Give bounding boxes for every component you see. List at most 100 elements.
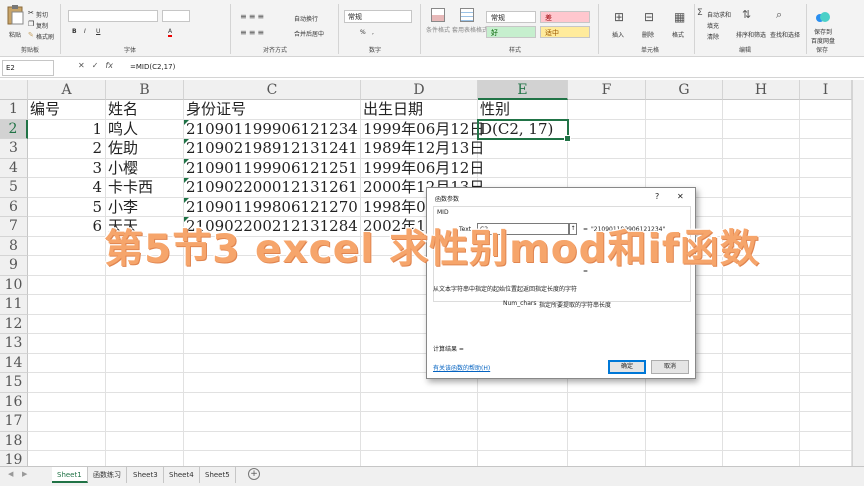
grid-cell[interactable] [723,314,800,334]
tab-sheet4[interactable]: Sheet4 [164,467,200,483]
dialog-help-icon[interactable]: ? [655,192,659,201]
grid-cell[interactable] [646,158,723,178]
column-header-e[interactable]: E [478,80,568,100]
grid-cell[interactable] [568,139,646,159]
tab-function-practice[interactable]: 函数练习 [88,467,127,483]
cell-c1[interactable]: 身份证号 [184,100,361,120]
grid-cell[interactable] [723,158,800,178]
number-format-select[interactable]: 常规 [344,10,412,23]
cell-id[interactable]: 210901199806121270 [184,197,361,218]
grid-cell[interactable] [723,119,800,139]
cell-name[interactable]: 鸣人 [106,120,184,140]
cell-a1[interactable]: 编号 [28,100,106,120]
grid-cell[interactable] [646,139,723,159]
grid-cell[interactable] [568,119,646,139]
cell-birth[interactable]: 1999年06月12日 [361,120,484,140]
column-header-f[interactable]: F [568,80,646,100]
cancel-icon[interactable]: ✕ [78,61,92,70]
add-sheet-button[interactable]: + [248,468,260,480]
cell-no[interactable]: 2 [28,139,106,159]
grid-cell[interactable] [800,314,852,334]
row-header[interactable]: 1 [0,100,28,120]
grid-cell[interactable] [28,353,106,373]
grid-cell[interactable] [723,392,800,412]
paste-button[interactable]: 粘贴 [4,4,26,40]
cancel-button[interactable]: 取消 [651,360,689,374]
row-header[interactable]: 4 [0,158,28,178]
grid-cell[interactable] [184,295,361,315]
cell-e1[interactable]: 性别 [478,100,568,120]
column-header-h[interactable]: H [723,80,800,100]
grid-cell[interactable] [478,412,568,432]
cell-no[interactable]: 1 [28,120,106,140]
tab-next-icon[interactable]: ▶ [22,470,27,478]
row-header[interactable]: 15 [0,373,28,393]
grid-cell[interactable] [28,314,106,334]
grid-cell[interactable] [723,334,800,354]
cell-birth[interactable]: 1999年06月12日 [361,159,484,179]
grid-cell[interactable] [723,412,800,432]
merge-center-button[interactable]: 合并后居中 [294,29,324,38]
grid-cell[interactable] [800,392,852,412]
percent-button[interactable]: % [360,29,366,36]
grid-cell[interactable] [800,158,852,178]
cell-id[interactable]: 210901199906121251 [184,158,361,179]
cell-name[interactable]: 卡卡西 [106,178,184,198]
grid-cell[interactable] [800,100,852,120]
grid-cell[interactable] [184,431,361,451]
sort-filter-button[interactable]: 排序和筛选 [736,30,766,39]
grid-cell[interactable] [28,334,106,354]
grid-cell[interactable] [184,314,361,334]
grid-cell[interactable] [800,373,852,393]
grid-cell[interactable] [800,353,852,373]
select-all-corner[interactable] [0,80,28,100]
insert-button[interactable]: 插入 [612,30,624,39]
enter-icon[interactable]: ✓ [92,61,106,70]
grid-cell[interactable] [184,275,361,295]
bold-button[interactable]: B [72,28,77,35]
row-header[interactable]: 14 [0,353,28,373]
format-painter-button[interactable]: 格式刷 [36,32,54,41]
cell-no[interactable]: 5 [28,198,106,218]
grid-cell[interactable] [568,158,646,178]
grid-cell[interactable] [646,119,723,139]
fx-icon[interactable]: fx [105,61,113,70]
cell-no[interactable]: 4 [28,178,106,198]
grid-cell[interactable] [568,100,646,120]
column-header-i[interactable]: I [800,80,852,100]
style-good[interactable]: 好 [486,26,536,38]
ok-button[interactable]: 确定 [608,360,646,374]
grid-cell[interactable] [106,275,184,295]
format-button[interactable]: 格式 [672,30,684,39]
grid-cell[interactable] [184,373,361,393]
grid-cell[interactable] [646,431,723,451]
grid-cell[interactable] [723,295,800,315]
grid-cell[interactable] [361,392,478,412]
grid-cell[interactable] [800,178,852,198]
cell-id[interactable]: 210901199906121234 [184,119,361,140]
grid-cell[interactable] [723,178,800,198]
row-header[interactable]: 16 [0,392,28,412]
conditional-format-button[interactable]: 条件格式 [424,8,452,34]
grid-cell[interactable] [568,392,646,412]
help-link[interactable]: 有关该函数的帮助(H) [433,363,490,372]
grid-cell[interactable] [723,431,800,451]
font-size-select[interactable] [162,10,190,22]
delete-button[interactable]: 删除 [642,30,654,39]
cut-button[interactable]: 剪切 [36,10,48,19]
grid-cell[interactable] [106,392,184,412]
grid-cell[interactable] [646,100,723,120]
grid-cell[interactable] [361,412,478,432]
grid-cell[interactable] [28,392,106,412]
grid-cell[interactable] [568,412,646,432]
save-baidu-button[interactable]: 保存到 百度网盘 [810,8,836,45]
cell-b1[interactable]: 姓名 [106,100,184,120]
grid-cell[interactable] [800,197,852,217]
row-header[interactable]: 5 [0,178,28,198]
row-header[interactable]: 3 [0,139,28,159]
cell-id[interactable]: 210902200012131261 [184,178,361,198]
style-normal[interactable]: 常规 [486,11,536,23]
grid-cell[interactable] [184,392,361,412]
grid-cell[interactable] [800,431,852,451]
row-header[interactable]: 12 [0,314,28,334]
